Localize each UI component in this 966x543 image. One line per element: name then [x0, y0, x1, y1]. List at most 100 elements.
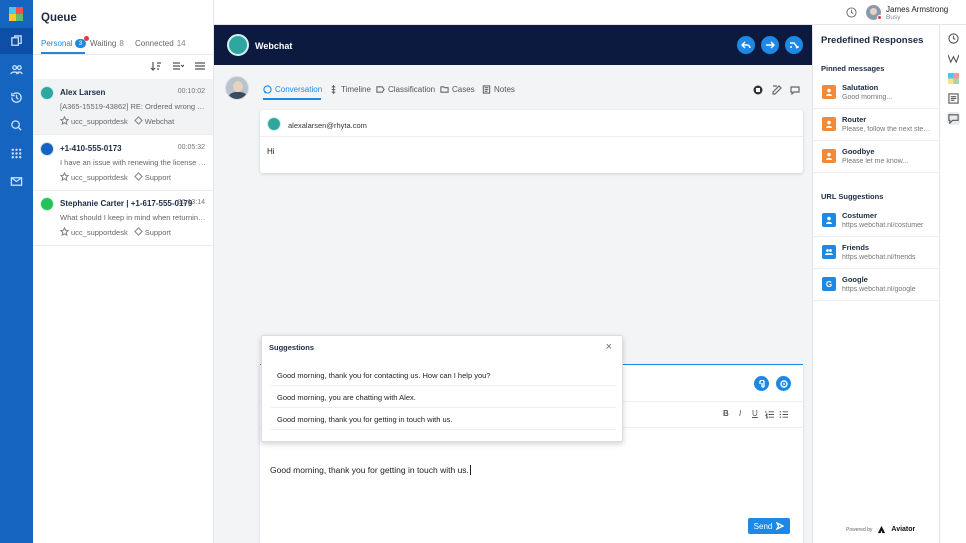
top-bar: James Armstrong Busy: [214, 0, 966, 25]
contact-name: Stephanie Carter | +1-617-555-0179: [60, 199, 193, 208]
tab-cases-label: Cases: [452, 85, 475, 94]
conversation-timer: 00:10:02: [177, 88, 205, 95]
nav-queue-icon[interactable]: [0, 28, 33, 54]
conversation-item[interactable]: Alex Larsen 00:10:02 [A365-15519-43862] …: [33, 79, 213, 135]
predefined-responses-panel: Predefined Responses Pinned messages Sal…: [812, 25, 939, 543]
conversation-item[interactable]: +1-410-555-0173 00:05:32 I have an issue…: [33, 135, 213, 191]
webchat-icon: [267, 117, 281, 131]
tab-waiting[interactable]: Waiting 8: [90, 39, 124, 48]
channel-diamond-icon: [133, 172, 143, 181]
nav-mail-icon[interactable]: [0, 168, 33, 194]
arrow-right-icon: [766, 41, 775, 49]
tabs-divider: [33, 54, 213, 55]
italic-button[interactable]: I: [739, 409, 741, 418]
item-desc: Please, follow the next steps...: [842, 126, 934, 133]
conversation-tabs: Conversation Timeline Classification Cas…: [214, 65, 812, 109]
filter-list-icon[interactable]: [172, 61, 184, 71]
suggestion-item[interactable]: Good morning, you are chatting with Alex…: [271, 387, 616, 408]
underline-button[interactable]: U: [752, 409, 758, 418]
queue-title: Queue: [41, 12, 77, 24]
desk-icon: [59, 226, 70, 237]
tab-conversation[interactable]: Conversation: [263, 85, 322, 94]
sort-icon[interactable]: [150, 61, 162, 71]
bold-button[interactable]: B: [723, 409, 729, 418]
pinned-message-item[interactable]: Goodbye Please let me know...: [813, 141, 939, 173]
webchat-channel-icon: [40, 86, 54, 100]
archive-icon: [753, 85, 763, 95]
pinned-section-title: Pinned messages: [821, 64, 885, 73]
archive-button[interactable]: [753, 85, 763, 95]
tab-timeline-label: Timeline: [341, 85, 371, 94]
history-icon[interactable]: [948, 33, 959, 44]
wikipedia-icon[interactable]: [947, 53, 960, 64]
text-caret: [469, 465, 471, 475]
comment-button[interactable]: [790, 85, 800, 96]
document-icon[interactable]: [948, 93, 959, 104]
desk-tag: ucc_supportdesk: [59, 115, 128, 126]
message-input-text: Good morning, thank you for getting in t…: [270, 465, 469, 475]
message-input[interactable]: Good morning, thank you for getting in t…: [270, 465, 471, 475]
predefined-responses-icon[interactable]: [947, 112, 960, 125]
app-logo: [9, 7, 23, 21]
tab-cases[interactable]: Cases: [440, 85, 475, 94]
notes-icon: [482, 85, 491, 94]
reply-button[interactable]: [737, 36, 755, 54]
pinned-message-item[interactable]: Router Please, follow the next steps...: [813, 109, 939, 141]
nav-contacts-icon[interactable]: [0, 56, 33, 82]
folder-icon: [440, 86, 449, 93]
emoji-button[interactable]: [776, 376, 791, 391]
tab-personal[interactable]: Personal 3: [41, 36, 90, 49]
menu-icon[interactable]: [194, 61, 206, 71]
url-suggestion-item[interactable]: Costumer https.webchat.nl/costumer: [813, 205, 939, 237]
brand-name: Aviator: [891, 526, 916, 533]
desk-tag: ucc_supportdesk: [59, 226, 128, 237]
bullet-list-icon[interactable]: [779, 410, 788, 419]
message-card: alexalarsen@rhyta.com Hi: [260, 110, 803, 173]
nav-history-icon[interactable]: [0, 84, 33, 110]
item-url: https.webchat.nl/google: [842, 286, 916, 293]
contact-name: Alex Larsen: [60, 88, 106, 97]
forward-button[interactable]: [761, 36, 779, 54]
item-desc: Please let me know...: [842, 158, 909, 165]
nav-dialpad-icon[interactable]: [0, 140, 33, 166]
channel-diamond-icon: [133, 227, 143, 236]
queue-toolbar: [150, 61, 206, 71]
attach-button[interactable]: [754, 376, 769, 391]
app-grid-icon[interactable]: [948, 73, 959, 84]
nav-search-icon[interactable]: [0, 112, 33, 138]
item-name: Salutation: [842, 83, 879, 92]
send-button[interactable]: Send: [748, 518, 790, 534]
tab-personal-label: Personal: [41, 39, 73, 48]
clock-icon[interactable]: [846, 7, 857, 18]
timeline-icon: [331, 85, 336, 94]
contact-avatar: [225, 76, 249, 100]
item-url: https.webchat.nl/friends: [842, 254, 916, 261]
right-tool-rail: [939, 25, 966, 543]
pinned-message-item[interactable]: Salutation Good morning...: [813, 77, 939, 109]
unread-dot: [84, 36, 90, 41]
channel-tag: Support: [133, 227, 171, 237]
status-indicator: [877, 15, 882, 20]
user-icon: [822, 213, 836, 227]
numbered-list-icon[interactable]: [765, 410, 774, 419]
person-icon: [822, 85, 836, 99]
item-name: Router: [842, 115, 867, 124]
tab-notes[interactable]: Notes: [482, 85, 515, 94]
close-icon[interactable]: ×: [606, 341, 612, 353]
url-suggestion-item[interactable]: Friends https.webchat.nl/friends: [813, 237, 939, 269]
user-name[interactable]: James Armstrong: [886, 5, 948, 14]
tab-classification[interactable]: Classification: [376, 85, 435, 94]
tab-connected[interactable]: Connected 14: [135, 39, 186, 48]
edit-button[interactable]: [772, 85, 782, 95]
channel-label: Support: [144, 228, 171, 237]
conversation-item[interactable]: Stephanie Carter | +1-617-555-0179 00:13…: [33, 190, 213, 246]
suggestion-item[interactable]: Good morning, thank you for getting in t…: [271, 409, 616, 430]
chat-channel-icon: [40, 142, 54, 156]
transfer-button[interactable]: [785, 36, 803, 54]
channel-label: Support: [144, 173, 171, 182]
url-suggestion-item[interactable]: G Google https.webchat.nl/google: [813, 269, 939, 301]
suggestion-item[interactable]: Good morning, thank you for contacting u…: [271, 365, 616, 386]
reply-icon: [741, 41, 751, 49]
desk-icon: [59, 115, 70, 126]
tab-timeline[interactable]: Timeline: [329, 85, 371, 94]
